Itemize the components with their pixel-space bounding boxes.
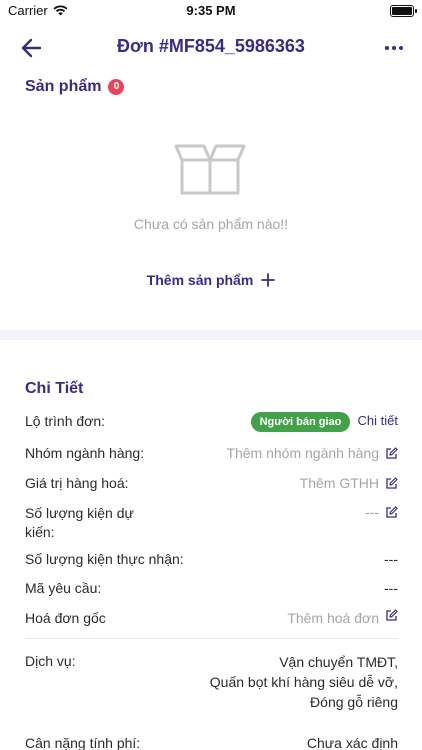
original-invoice-add-link[interactable]: Thêm hoá đơn xyxy=(287,609,379,628)
expected-packages-label-line2: kiến: xyxy=(25,524,55,540)
received-packages-value: --- xyxy=(384,551,398,567)
expected-packages-label-line1: Số lượng kiện dự xyxy=(25,505,134,521)
route-status-badge: Người bán giao xyxy=(251,412,350,432)
request-code-value: --- xyxy=(384,580,398,596)
expected-packages-label: Số lượng kiện dự kiến: xyxy=(25,504,134,542)
services-value: Vận chuyển TMĐT, Quấn bọt khí hàng siêu … xyxy=(210,652,398,712)
category-add-link[interactable]: Thêm nhóm ngành hàng xyxy=(226,444,379,463)
add-product-label: Thêm sản phẩm xyxy=(146,272,254,288)
goods-value-label: Giá trị hàng hoá: xyxy=(25,475,129,491)
section-divider xyxy=(0,330,422,340)
route-detail-link[interactable]: Chi tiết xyxy=(358,413,398,428)
nav-header: Đơn #MF854_5986363 xyxy=(0,22,422,74)
status-bar: Carrier 9:35 PM xyxy=(0,0,422,22)
chargeable-weight-value: Chưa xác định xyxy=(306,735,398,750)
divider xyxy=(25,638,398,639)
add-product-button[interactable]: Thêm sản phẩm xyxy=(0,272,422,288)
plus-icon xyxy=(261,273,276,287)
request-code-label: Mã yêu cầu: xyxy=(25,580,102,596)
empty-box-icon xyxy=(174,144,246,195)
edit-icon[interactable] xyxy=(385,609,398,622)
expected-packages-value: --- xyxy=(365,504,379,520)
original-invoice-label: Hoá đơn gốc xyxy=(25,610,106,626)
chargeable-weight-label: Cân nặng tính phí: xyxy=(25,735,141,750)
more-horizontal-icon xyxy=(385,46,403,50)
product-count-badge: 0 xyxy=(108,79,125,95)
category-label: Nhóm ngành hàng: xyxy=(25,445,145,461)
products-title: Sản phẩm xyxy=(25,78,102,95)
status-time: 9:35 PM xyxy=(186,3,236,18)
received-packages-label: Số lượng kiện thực nhận: xyxy=(25,551,184,567)
service-line: Đóng gỗ riêng xyxy=(310,694,398,710)
page-title: Đơn #MF854_5986363 xyxy=(117,36,305,56)
arrow-left-icon xyxy=(21,38,42,58)
back-button[interactable] xyxy=(18,34,46,62)
service-line: Vận chuyển TMĐT, xyxy=(279,654,398,670)
service-line: Quấn bọt khí hàng siêu dễ vỡ, xyxy=(209,674,398,690)
edit-icon[interactable] xyxy=(385,447,398,460)
details-title: Chi Tiết xyxy=(25,380,84,397)
edit-icon[interactable] xyxy=(385,477,398,490)
battery-icon xyxy=(390,5,417,17)
more-button[interactable] xyxy=(380,34,408,62)
goods-value-add-link[interactable]: Thêm GTHH xyxy=(300,474,379,493)
products-header: Sản phẩm 0 xyxy=(25,78,125,96)
edit-icon[interactable] xyxy=(385,506,398,519)
services-label: Dịch vụ: xyxy=(25,653,76,669)
route-label: Lộ trình đơn: xyxy=(25,413,106,429)
empty-products-text: Chưa có sản phẩm nào!! xyxy=(133,216,289,232)
